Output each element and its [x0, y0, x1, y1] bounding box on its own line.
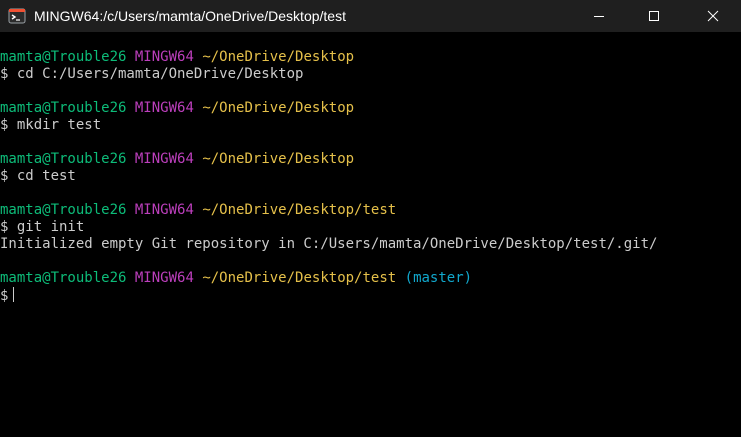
- git-branch: (master): [404, 270, 473, 286]
- text-cursor: [13, 287, 15, 302]
- prompt-user: mamta@Trouble26: [0, 202, 127, 218]
- terminal-window: MINGW64:/c/Users/mamta/OneDrive/Desktop/…: [0, 0, 741, 437]
- prompt-line: mamta@Trouble26 MINGW64 ~/OneDrive/Deskt…: [0, 100, 741, 117]
- command-line: $ git init: [0, 219, 85, 235]
- prompt-path: ~/OneDrive/Desktop: [202, 151, 355, 167]
- prompt-system: MINGW64: [134, 270, 194, 286]
- prompt-system: MINGW64: [134, 100, 194, 116]
- window-title: MINGW64:/c/Users/mamta/OneDrive/Desktop/…: [34, 8, 346, 24]
- prompt-system: MINGW64: [134, 202, 194, 218]
- minimize-button[interactable]: [576, 0, 622, 32]
- maximize-button[interactable]: [631, 0, 677, 32]
- command-line: $ mkdir test: [0, 117, 102, 133]
- close-icon: [707, 10, 719, 22]
- prompt-symbol: $: [0, 288, 9, 304]
- minimize-icon: [594, 16, 604, 17]
- prompt-user: mamta@Trouble26: [0, 151, 127, 167]
- title-bar[interactable]: MINGW64:/c/Users/mamta/OneDrive/Desktop/…: [0, 0, 741, 32]
- prompt-line: mamta@Trouble26 MINGW64 ~/OneDrive/Deskt…: [0, 270, 741, 287]
- prompt-line: mamta@Trouble26 MINGW64 ~/OneDrive/Deskt…: [0, 202, 741, 219]
- prompt-line: mamta@Trouble26 MINGW64 ~/OneDrive/Deskt…: [0, 49, 741, 66]
- prompt-path: ~/OneDrive/Desktop: [202, 100, 355, 116]
- close-button[interactable]: [690, 0, 736, 32]
- command-line: $ cd C:/Users/mamta/OneDrive/Desktop: [0, 66, 304, 82]
- prompt-path: ~/OneDrive/Desktop: [202, 49, 355, 65]
- command-output: Initialized empty Git repository in C:/U…: [0, 236, 658, 252]
- command-line: $ cd test: [0, 168, 76, 184]
- prompt-line: mamta@Trouble26 MINGW64 ~/OneDrive/Deskt…: [0, 151, 741, 168]
- prompt-path: ~/OneDrive/Desktop/test: [202, 270, 397, 286]
- prompt-system: MINGW64: [134, 49, 194, 65]
- prompt-user: mamta@Trouble26: [0, 270, 127, 286]
- git-bash-icon: [8, 8, 26, 24]
- prompt-system: MINGW64: [134, 151, 194, 167]
- prompt-path: ~/OneDrive/Desktop/test: [202, 202, 397, 218]
- prompt-user: mamta@Trouble26: [0, 100, 127, 116]
- maximize-icon: [649, 11, 659, 21]
- prompt-user: mamta@Trouble26: [0, 49, 127, 65]
- active-prompt[interactable]: $: [0, 287, 741, 304]
- terminal-output[interactable]: mamta@Trouble26 MINGW64 ~/OneDrive/Deskt…: [0, 49, 741, 437]
